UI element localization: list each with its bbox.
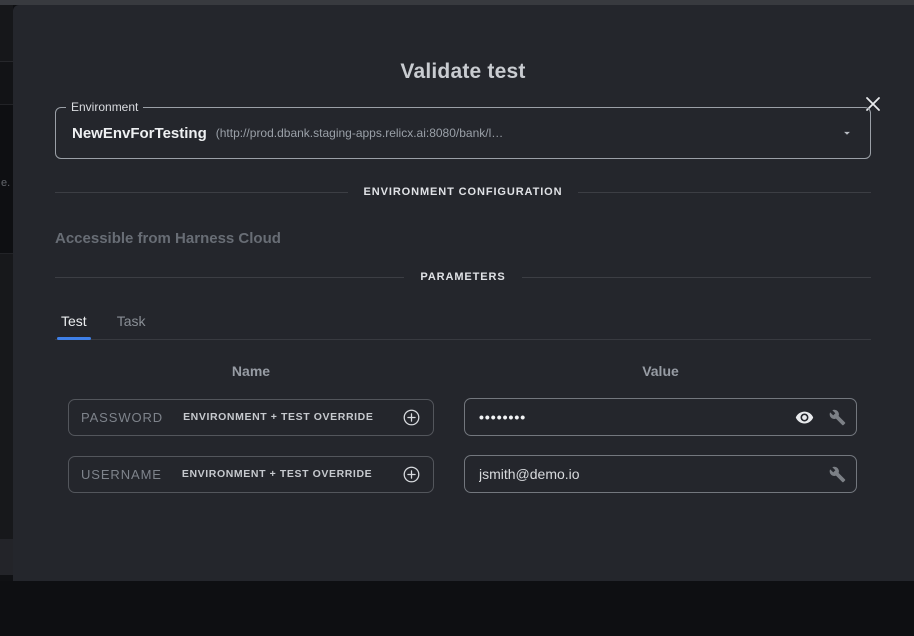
background-section-edge (0, 254, 13, 539)
username-value-input[interactable] (479, 466, 814, 482)
background-page-edge: e. (0, 5, 13, 581)
section-title: ENVIRONMENT CONFIGURATION (364, 186, 563, 198)
eye-icon (795, 408, 814, 427)
password-value-input[interactable] (479, 409, 780, 425)
environment-name: NewEnvForTesting (72, 125, 207, 142)
plus-circle-icon (402, 408, 421, 427)
background-footer-edge (0, 539, 13, 575)
add-override-button[interactable] (402, 408, 421, 427)
background-section-edge: e. (0, 105, 13, 254)
section-divider-parameters: PARAMETERS (55, 271, 871, 283)
column-header-name: Name (68, 363, 434, 379)
section-title: PARAMETERS (420, 271, 505, 283)
parameter-name: PASSWORD (81, 410, 163, 425)
toggle-visibility-button[interactable] (795, 408, 814, 427)
dialog-title: Validate test (55, 60, 871, 84)
configure-value-button[interactable] (829, 466, 846, 483)
override-badge: ENVIRONMENT + TEST OVERRIDE (183, 411, 373, 423)
plus-circle-icon (402, 465, 421, 484)
column-header-value: Value (464, 363, 857, 379)
tab-test[interactable]: Test (57, 313, 91, 339)
environment-select[interactable]: Environment NewEnvForTesting (http://pro… (55, 107, 871, 159)
parameters-tab-bar: Test Task (55, 313, 871, 340)
validate-test-dialog: Validate test Environment NewEnvForTesti… (13, 5, 914, 581)
accessible-from-text: Accessible from Harness Cloud (55, 230, 871, 247)
environment-select-label: Environment (66, 100, 143, 114)
parameter-name: USERNAME (81, 467, 162, 482)
password-name-chip[interactable]: PASSWORD ENVIRONMENT + TEST OVERRIDE (68, 399, 434, 436)
username-value-field-wrapper (464, 455, 857, 493)
background-section-edge (0, 62, 13, 105)
add-override-button[interactable] (402, 465, 421, 484)
environment-url: (http://prod.dbank.staging-apps.relicx.a… (216, 126, 830, 140)
username-name-chip[interactable]: USERNAME ENVIRONMENT + TEST OVERRIDE (68, 456, 434, 493)
password-value-field-wrapper (464, 398, 857, 436)
chevron-down-icon (840, 126, 854, 140)
configure-value-button[interactable] (829, 409, 846, 426)
tab-task[interactable]: Task (113, 313, 150, 339)
background-header-edge (0, 5, 13, 62)
parameters-column-headers: Name Value (55, 363, 871, 379)
override-badge: ENVIRONMENT + TEST OVERRIDE (182, 468, 372, 480)
background-truncated-text: e. (1, 177, 10, 189)
wrench-icon (829, 409, 846, 426)
parameter-row-username: USERNAME ENVIRONMENT + TEST OVERRIDE (55, 455, 871, 493)
wrench-icon (829, 466, 846, 483)
section-divider-environment-configuration: ENVIRONMENT CONFIGURATION (55, 186, 871, 198)
parameter-row-password: PASSWORD ENVIRONMENT + TEST OVERRIDE (55, 398, 871, 436)
